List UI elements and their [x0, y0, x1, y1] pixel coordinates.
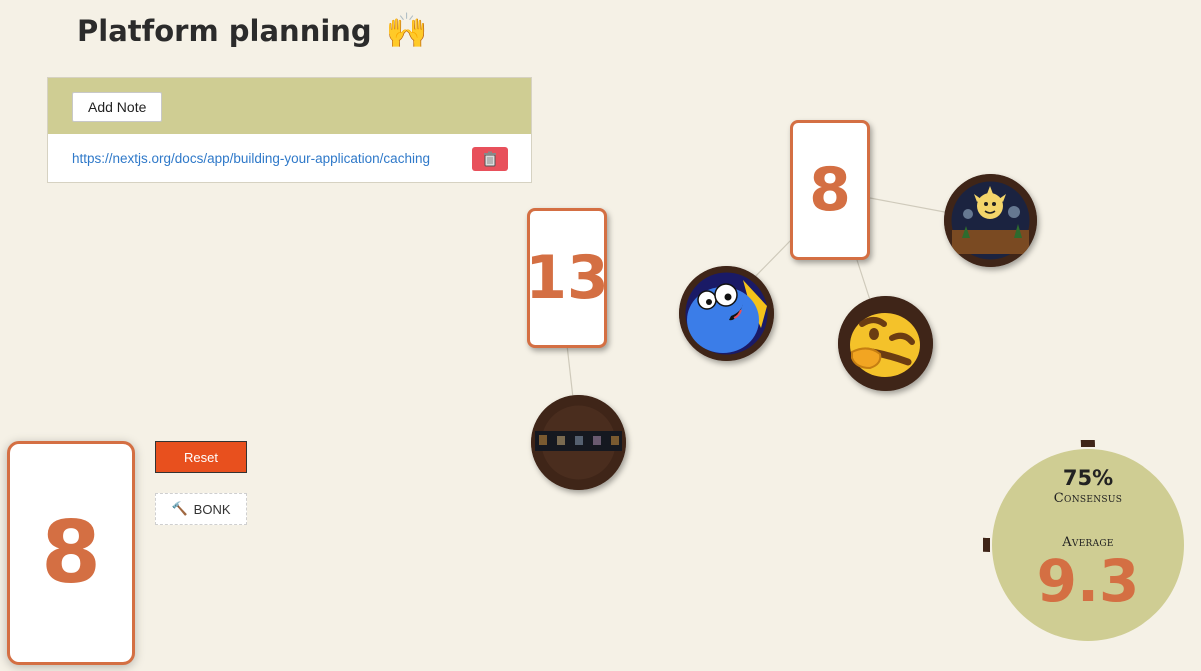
- thinking-face-avatar-icon: [838, 296, 933, 391]
- voter-avatar-sun-landscape: [944, 174, 1037, 267]
- voter-avatar-thinking: [838, 296, 933, 391]
- vote-card-8: 8: [790, 120, 870, 260]
- vote-card-13: 13: [525, 208, 609, 348]
- selected-card[interactable]: 8: [7, 441, 135, 665]
- banner-avatar-icon: [531, 395, 626, 490]
- reset-button[interactable]: Reset: [155, 441, 247, 473]
- sun-landscape-avatar-icon: [944, 174, 1037, 267]
- voter-avatar-blue-blob: [679, 266, 774, 361]
- average-value: 9.3: [1036, 547, 1140, 615]
- bonk-button[interactable]: 🔨 BONK: [155, 493, 247, 525]
- consensus-gauge: 75% Consensus Average 9.3: [885, 342, 1193, 650]
- consensus-percent: 75%: [1062, 466, 1114, 490]
- consensus-label: Consensus: [1053, 491, 1123, 506]
- voter-avatar-banner: [531, 395, 626, 490]
- hammer-icon: 🔨: [171, 501, 188, 516]
- bonk-label: BONK: [193, 501, 231, 517]
- blue-blob-avatar-icon: [679, 266, 774, 361]
